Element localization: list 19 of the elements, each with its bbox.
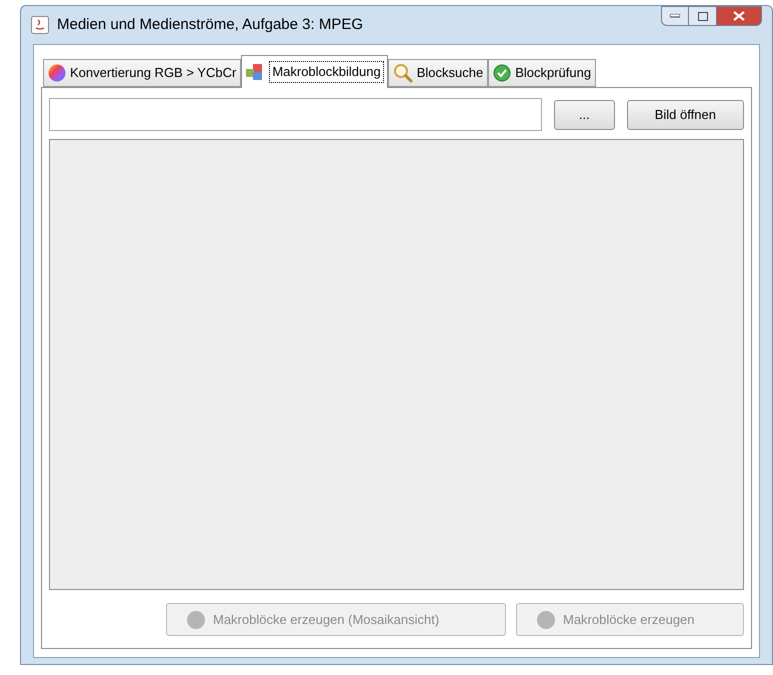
- maximize-icon: [698, 12, 708, 20]
- minimize-button[interactable]: [661, 6, 689, 26]
- minimize-icon: [670, 14, 680, 18]
- circle-icon: [187, 610, 205, 628]
- check-circle-icon: [493, 64, 512, 82]
- tab[interactable]: Konvertierung RGB > YCbCr: [43, 59, 242, 87]
- color-wheel-icon: [48, 64, 66, 82]
- tab[interactable]: Makroblockbildung: [241, 55, 388, 88]
- file-path-field[interactable]: [49, 98, 542, 131]
- open-image-button[interactable]: Bild öffnen: [626, 100, 744, 130]
- window-title: Medien und Medienströme, Aufgabe 3: MPEG: [57, 14, 364, 35]
- maximize-button[interactable]: [689, 6, 716, 26]
- close-icon: [733, 11, 745, 21]
- search-icon: [392, 63, 413, 83]
- tab[interactable]: Blocksuche: [388, 59, 488, 87]
- close-button[interactable]: [716, 6, 762, 26]
- tab[interactable]: Blockprüfung: [488, 59, 596, 87]
- browse-button[interactable]: ...: [554, 100, 615, 130]
- circle-icon: [537, 610, 555, 628]
